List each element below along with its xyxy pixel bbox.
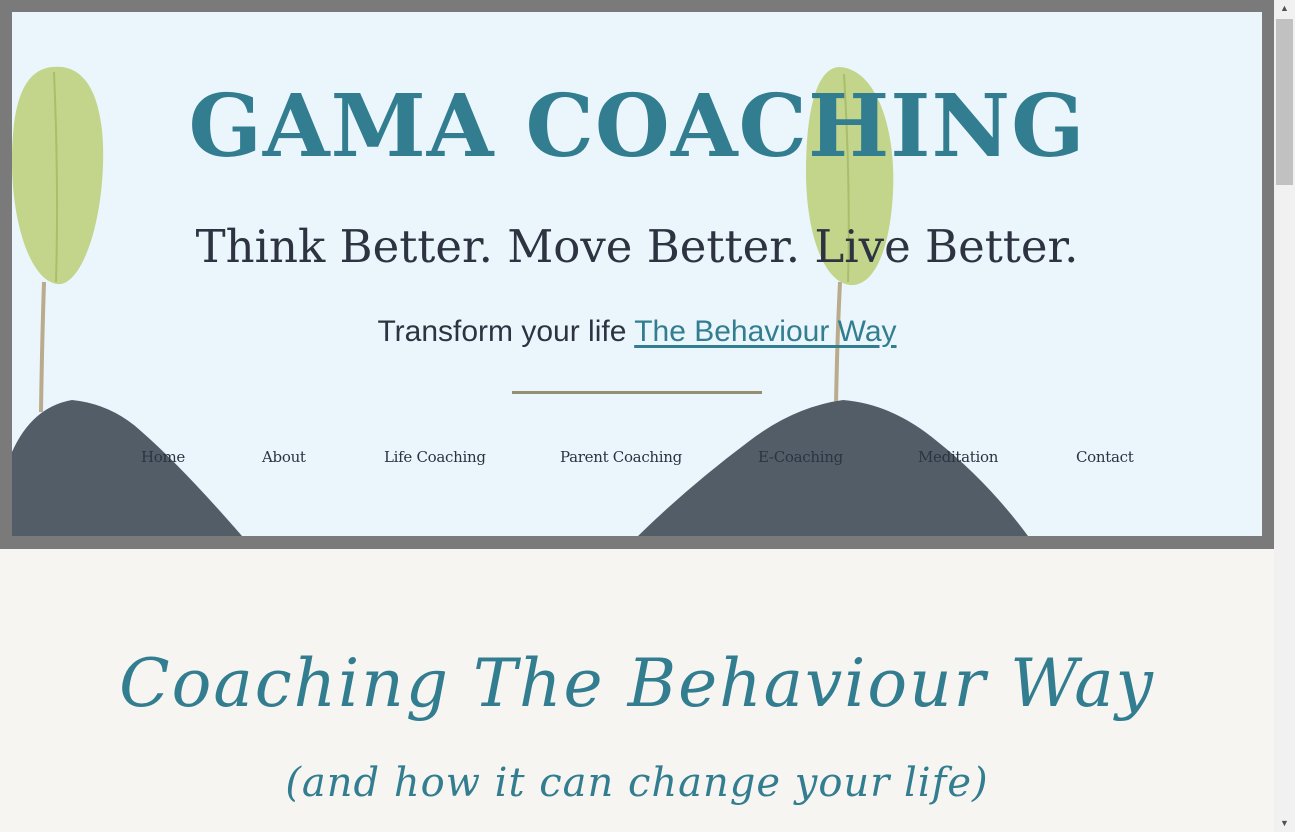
scroll-thumb[interactable] (1276, 19, 1293, 185)
nav-item-about[interactable]: About (262, 448, 306, 466)
nav-item-parent-coaching[interactable]: Parent Coaching (560, 448, 682, 466)
hero-frame: GAMA COACHING Think Better. Move Better.… (0, 0, 1274, 549)
section-subheading: (and how it can change your life) (285, 760, 989, 806)
behaviour-way-link[interactable]: The Behaviour Way (634, 315, 896, 348)
nav-item-e-coaching[interactable]: E-Coaching (758, 448, 843, 466)
nav-item-contact[interactable]: Contact (1076, 448, 1134, 466)
main-nav: Home About Life Coaching Parent Coaching… (12, 448, 1262, 472)
scroll-down-arrow-icon[interactable]: ▼ (1274, 815, 1295, 832)
subline: Transform your life The Behaviour Way (12, 315, 1262, 349)
vertical-scrollbar[interactable]: ▲ ▼ (1274, 0, 1295, 832)
section-heading: Coaching The Behaviour Way (119, 645, 1155, 722)
site-title: GAMA COACHING (188, 76, 1086, 177)
divider-rule (512, 391, 762, 394)
tagline: Think Better. Move Better. Live Better. (195, 220, 1079, 273)
scroll-up-arrow-icon[interactable]: ▲ (1274, 0, 1295, 17)
nav-item-life-coaching[interactable]: Life Coaching (384, 448, 486, 466)
subline-text: Transform your life (377, 315, 635, 348)
hero-banner: GAMA COACHING Think Better. Move Better.… (12, 12, 1262, 536)
nav-item-home[interactable]: Home (141, 448, 185, 466)
nav-item-meditation[interactable]: Meditation (918, 448, 998, 466)
